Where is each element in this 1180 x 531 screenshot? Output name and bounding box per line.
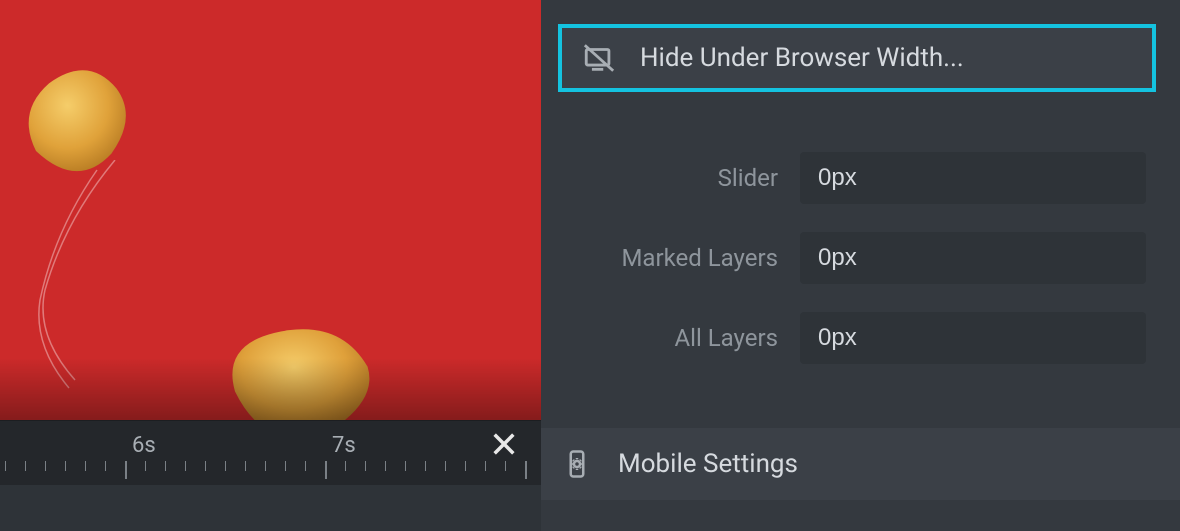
timeline-tick — [25, 461, 26, 471]
all-layers-field-label: All Layers — [568, 324, 778, 352]
timeline-tick — [445, 461, 446, 471]
all-layers-field-row: All Layers — [568, 310, 1146, 366]
timeline-tick — [145, 461, 146, 471]
timeline-tick — [525, 461, 527, 479]
timeline-tick — [505, 461, 506, 471]
timeline-tick — [405, 461, 406, 471]
timeline-tick — [485, 461, 486, 471]
mobile-settings-label: Mobile Settings — [618, 449, 798, 479]
marked-layers-field-row: Marked Layers — [568, 230, 1146, 286]
timeline-tick — [165, 461, 166, 471]
canvas-bottom-fill — [0, 485, 541, 531]
timeline-tick — [285, 461, 286, 471]
close-icon — [490, 430, 518, 458]
marked-layers-field-label: Marked Layers — [568, 244, 778, 272]
timeline-tick — [225, 461, 226, 471]
timeline-tick — [5, 461, 6, 471]
slider-field-label: Slider — [568, 164, 778, 192]
device-off-icon — [582, 41, 616, 75]
timeline-tick — [185, 461, 186, 471]
timeline-tick — [465, 461, 466, 471]
timeline-label-7s: 7s — [332, 433, 356, 458]
preview-canvas: iness — [0, 0, 534, 531]
timeline-tick — [365, 461, 366, 471]
timeline-tick — [305, 461, 306, 471]
slider-field-row: Slider — [568, 150, 1146, 206]
timeline-tick — [125, 461, 127, 479]
hide-under-browser-width-row[interactable]: Hide Under Browser Width... — [558, 24, 1156, 92]
close-timeline-button[interactable] — [486, 426, 522, 462]
timeline-tick — [325, 461, 327, 479]
mobile-gear-icon — [562, 449, 592, 479]
timeline-tick — [265, 461, 266, 471]
app-root: iness — [0, 0, 1180, 531]
timeline-tick — [85, 461, 86, 471]
slide-preview[interactable]: iness — [0, 0, 541, 420]
timeline-tick — [205, 461, 206, 471]
timeline-ruler[interactable]: 6s 7s — [0, 420, 541, 485]
timeline-tick — [345, 461, 346, 471]
timeline-ticks — [0, 461, 541, 481]
timeline-tick — [105, 461, 106, 471]
hide-under-label: Hide Under Browser Width... — [640, 43, 964, 73]
timeline-label-6s: 6s — [132, 433, 156, 458]
marked-layers-field-input[interactable] — [800, 232, 1146, 284]
mobile-settings-row[interactable]: Mobile Settings — [534, 428, 1180, 500]
properties-panel: Hide Under Browser Width... Slider Marke… — [534, 0, 1180, 531]
slide-bottom-gradient — [0, 358, 541, 420]
timeline-tick — [245, 461, 246, 471]
timeline-tick — [425, 461, 426, 471]
slider-field-input[interactable] — [800, 152, 1146, 204]
all-layers-field-input[interactable] — [800, 312, 1146, 364]
timeline-tick — [65, 461, 66, 471]
timeline-tick — [385, 461, 386, 471]
timeline-tick — [45, 461, 46, 471]
